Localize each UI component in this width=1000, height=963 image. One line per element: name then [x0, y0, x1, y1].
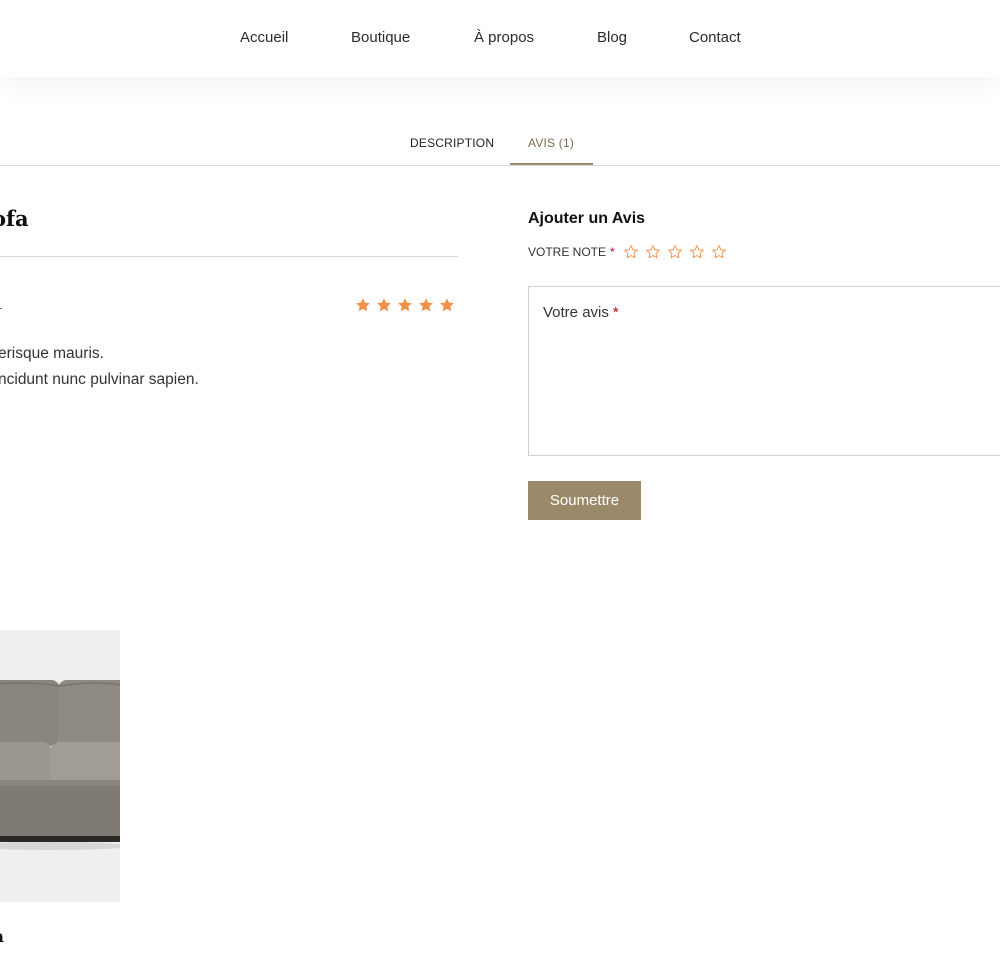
product-image[interactable] [0, 630, 120, 902]
nav-item-contact[interactable]: Contact [689, 29, 741, 46]
star-icon [419, 298, 433, 312]
star-outline-icon[interactable] [667, 244, 683, 260]
reviews-heading: ofa [0, 206, 29, 231]
tab-description[interactable]: DESCRIPTION [410, 136, 494, 150]
nav-item-boutique[interactable]: Boutique [351, 29, 410, 46]
review-meta: 1 [0, 300, 2, 312]
textarea-label: Votre avis * [543, 304, 619, 321]
star-icon [440, 298, 454, 312]
product-reviews-page: Accueil Boutique À propos Blog Contact D… [0, 0, 1000, 963]
nav-item-blog[interactable]: Blog [597, 29, 627, 46]
star-icon [356, 298, 370, 312]
reviews-divider [0, 256, 458, 257]
rating-input [623, 244, 727, 260]
required-mark: * [612, 304, 619, 321]
star-outline-icon[interactable] [689, 244, 705, 260]
nav-item-a-propos[interactable]: À propos [474, 29, 534, 46]
rating-label: VOTRE NOTE * [528, 245, 615, 259]
review-textarea[interactable]: Votre avis * [528, 286, 1000, 456]
star-outline-icon[interactable] [711, 244, 727, 260]
review-form-title: Ajouter un Avis [528, 210, 646, 227]
tabs-divider [0, 165, 1000, 166]
submit-button[interactable]: Soumettre [528, 481, 641, 520]
rating-label-text: VOTRE NOTE [528, 245, 607, 259]
star-outline-icon[interactable] [623, 244, 639, 260]
nav-item-accueil[interactable]: Accueil [240, 29, 288, 46]
product-name[interactable]: a [0, 927, 4, 947]
star-outline-icon[interactable] [645, 244, 661, 260]
star-icon [398, 298, 412, 312]
required-mark: * [610, 245, 615, 259]
sofa-image [0, 630, 120, 902]
tab-reviews[interactable]: AVIS (1) [528, 136, 574, 150]
textarea-label-text: Votre avis [543, 304, 609, 321]
site-header: Accueil Boutique À propos Blog Contact [0, 0, 1000, 77]
review-text-line: erisque mauris. [0, 345, 104, 362]
review-rating [355, 297, 455, 313]
star-icon [377, 298, 391, 312]
rating-row: VOTRE NOTE * [528, 244, 727, 260]
review-text-line: ncidunt nunc pulvinar sapien. [0, 371, 199, 388]
